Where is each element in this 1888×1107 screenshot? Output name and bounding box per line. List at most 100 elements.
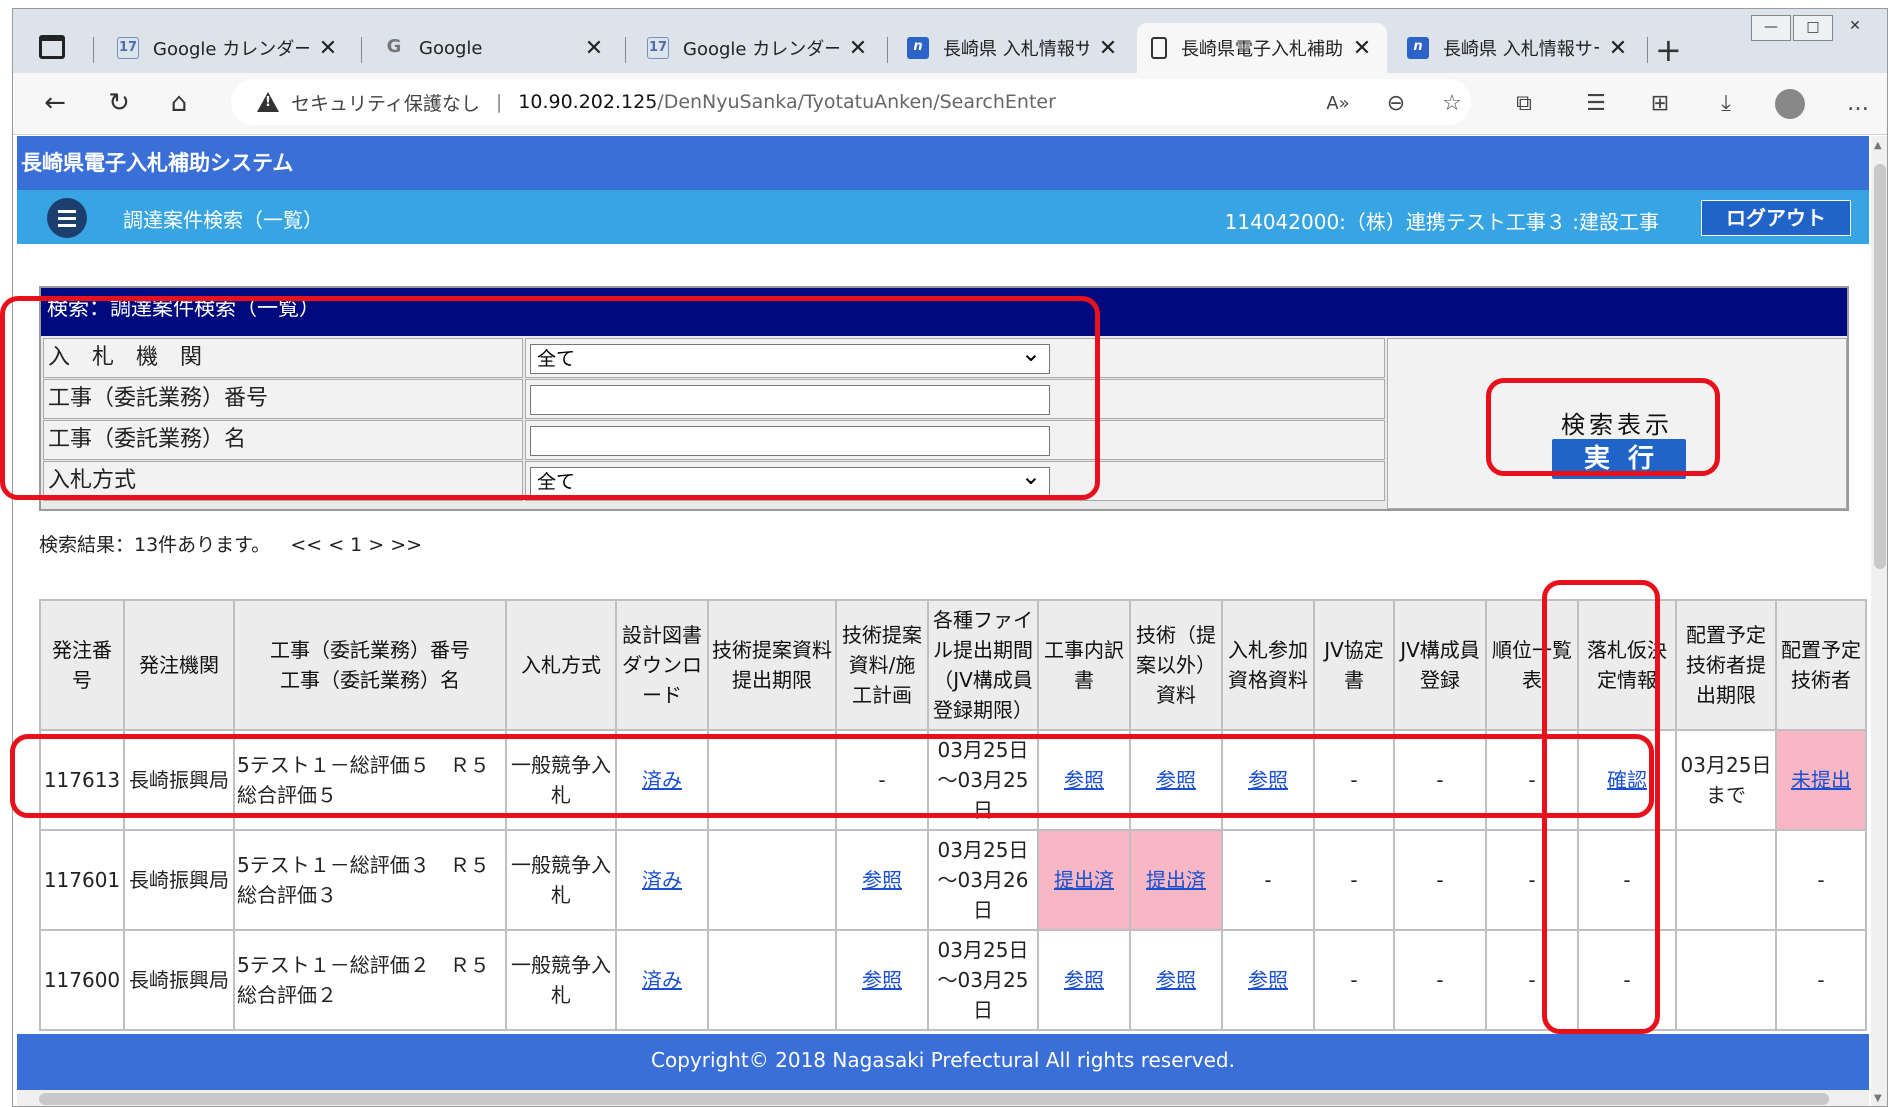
work-name-input[interactable] [530, 426, 1050, 456]
tab-bar: 17 Google カレンダー - 2( ✕ G Google ✕ 17 Goo… [13, 9, 1887, 73]
table-cell: 参照 [1037, 729, 1131, 831]
site-logo-icon: n [1407, 37, 1429, 59]
profile-avatar-icon[interactable] [1775, 89, 1805, 119]
table-link[interactable]: 参照 [1156, 768, 1196, 792]
new-tab-icon[interactable]: + [1655, 31, 1682, 69]
table-row: 117601 長崎振興局 5テスト１－総評価３ Ｒ５総合評価３ 一般競争入札 済み 参照 0… [39, 829, 1867, 931]
favorites-icon[interactable]: ☰ [1579, 87, 1613, 121]
table-cell: 117600 [39, 929, 125, 1031]
table-cell: - [1393, 729, 1487, 831]
minimize-icon[interactable]: — [1751, 15, 1791, 41]
table-link[interactable]: 参照 [1156, 968, 1196, 992]
table-cell: 参照 [835, 829, 929, 931]
reload-icon[interactable]: ↻ [99, 83, 139, 123]
url-path: /DenNyuSanka/TyotatuAnken/SearchEnter [657, 91, 1056, 113]
table-cell: - [1485, 729, 1579, 831]
table-cell: 一般競争入札 [505, 829, 617, 931]
close-icon[interactable]: ✕ [1607, 36, 1629, 61]
read-aloud-icon[interactable]: A» [1321, 87, 1355, 121]
table-cell: - [1393, 829, 1487, 931]
sub-header: 調達案件検索（一覧） 114042000:（株）連携テスト工事３ :建設工事 ロ… [17, 190, 1869, 244]
table-cell: - [835, 729, 929, 831]
maximize-icon[interactable]: □ [1793, 15, 1833, 41]
table-link[interactable]: 参照 [1248, 768, 1288, 792]
close-icon[interactable]: ✕ [847, 36, 869, 61]
table-link[interactable]: 提出済 [1054, 868, 1114, 892]
site-logo-icon: n [907, 37, 929, 59]
field-cell-bid-agency: 全て [525, 338, 1385, 378]
bid-method-select[interactable]: 全て [530, 462, 1050, 497]
tab-nagasaki-bid-system[interactable]: 長崎県電子入札補助 ✕ [1137, 23, 1387, 73]
table-cell: 一般競争入札 [505, 729, 617, 831]
tab-google[interactable]: G Google ✕ [369, 23, 619, 73]
result-count: 検索結果：13件あります。 [39, 534, 271, 556]
downloads-icon[interactable]: ⤓ [1709, 87, 1743, 121]
close-icon[interactable]: ✕ [1097, 36, 1119, 61]
work-number-input[interactable] [530, 385, 1050, 415]
vertical-scrollbar[interactable]: ▲ ▼ [1871, 136, 1887, 1106]
table-link[interactable]: 済み [642, 768, 682, 792]
column-header: JV構成員登録 [1393, 599, 1487, 731]
home-icon[interactable]: ⌂ [159, 83, 199, 123]
table-link[interactable]: 参照 [1064, 968, 1104, 992]
table-link[interactable]: 済み [642, 868, 682, 892]
app-title: 長崎県電子入札補助システム [17, 136, 1869, 190]
field-label-bid-agency: 入 札 機 関 [43, 338, 523, 378]
table-cell: - [1313, 729, 1395, 831]
execute-search-button[interactable]: 実行 [1552, 439, 1686, 479]
tab-nagasaki-info-1[interactable]: n 長崎県 入札情報サー ✕ [893, 23, 1133, 73]
more-menu-icon[interactable]: … [1841, 87, 1875, 121]
tab-google-calendar-1[interactable]: 17 Google カレンダー - 2( ✕ [103, 23, 353, 73]
table-cell: 参照 [1129, 929, 1223, 1031]
table-cell: 未提出 [1775, 729, 1867, 831]
close-icon[interactable]: ✕ [583, 36, 605, 61]
field-label-work-name: 工事（委託業務）名 [43, 420, 523, 460]
back-icon[interactable]: ← [35, 83, 75, 123]
logout-button[interactable]: ログアウト [1701, 200, 1851, 236]
table-link[interactable]: 参照 [862, 968, 902, 992]
table-link[interactable]: 参照 [862, 868, 902, 892]
zoom-icon[interactable]: ⊖ [1379, 87, 1413, 121]
column-header: JV協定書 [1313, 599, 1395, 731]
close-window-icon[interactable]: ✕ [1835, 15, 1875, 41]
bid-agency-select[interactable]: 全て [530, 339, 1050, 374]
table-link[interactable]: 済み [642, 968, 682, 992]
url-field[interactable]: セキュリティ保護なし | 10.90.202.125 /DenNyuSanka/… [231, 79, 1471, 125]
add-favorite-icon[interactable]: ☆ [1435, 87, 1469, 121]
extensions-icon[interactable]: ⧉ [1507, 87, 1541, 121]
url-host: 10.90.202.125 [518, 91, 658, 113]
column-header: 順位一覧表 [1485, 599, 1579, 731]
tab-google-calendar-2[interactable]: 17 Google カレンダー - 2( ✕ [633, 23, 883, 73]
table-link[interactable]: 未提出 [1791, 768, 1851, 792]
results-table: 発注番号 発注機関 工事（委託業務）番号 工事（委託業務）名 入札方式 設計図書ダウンロ… [39, 599, 1867, 1031]
menu-icon[interactable] [47, 198, 87, 238]
table-link[interactable]: 確認 [1607, 768, 1647, 792]
table-cell: 参照 [1221, 729, 1315, 831]
horizontal-scrollbar[interactable] [17, 1090, 1869, 1106]
scroll-thumb-horizontal[interactable] [39, 1093, 1829, 1105]
close-icon[interactable]: ✕ [1351, 36, 1373, 61]
table-cell: 済み [615, 929, 709, 1031]
table-link[interactable]: 提出済 [1146, 868, 1206, 892]
tab-actions-icon[interactable] [39, 35, 65, 59]
table-link[interactable]: 参照 [1248, 968, 1288, 992]
column-header: 工事（委託業務）番号 工事（委託業務）名 [233, 599, 507, 731]
column-header: 工事内訳書 [1037, 599, 1131, 731]
search-action-area: 検索表示 実行 [1387, 338, 1847, 509]
table-row: 117600 長崎振興局 5テスト１－総評価２ Ｒ５総合評価２ 一般競争入札 済み 参照 0… [39, 929, 1867, 1031]
table-cell: - [1485, 929, 1579, 1031]
close-icon[interactable]: ✕ [317, 36, 339, 61]
scroll-thumb[interactable] [1874, 164, 1886, 569]
table-cell: 長崎振興局 [123, 829, 235, 931]
column-header: 落札仮決定情報 [1577, 599, 1677, 731]
table-link[interactable]: 参照 [1064, 768, 1104, 792]
table-cell [707, 829, 837, 931]
collections-icon[interactable]: ⊞ [1643, 87, 1677, 121]
column-header: 発注機関 [123, 599, 235, 731]
warning-icon [257, 92, 279, 112]
search-header: 検索：調達案件検索（一覧） [41, 288, 1847, 336]
tab-nagasaki-info-2[interactable]: n 長崎県 入札情報サー ✕ [1393, 23, 1643, 73]
pager[interactable]: << < 1 > >> [290, 534, 422, 556]
table-cell: 5テスト１－総評価３ Ｒ５総合評価３ [233, 829, 507, 931]
browser-window: 17 Google カレンダー - 2( ✕ G Google ✕ 17 Goo… [12, 8, 1888, 1107]
